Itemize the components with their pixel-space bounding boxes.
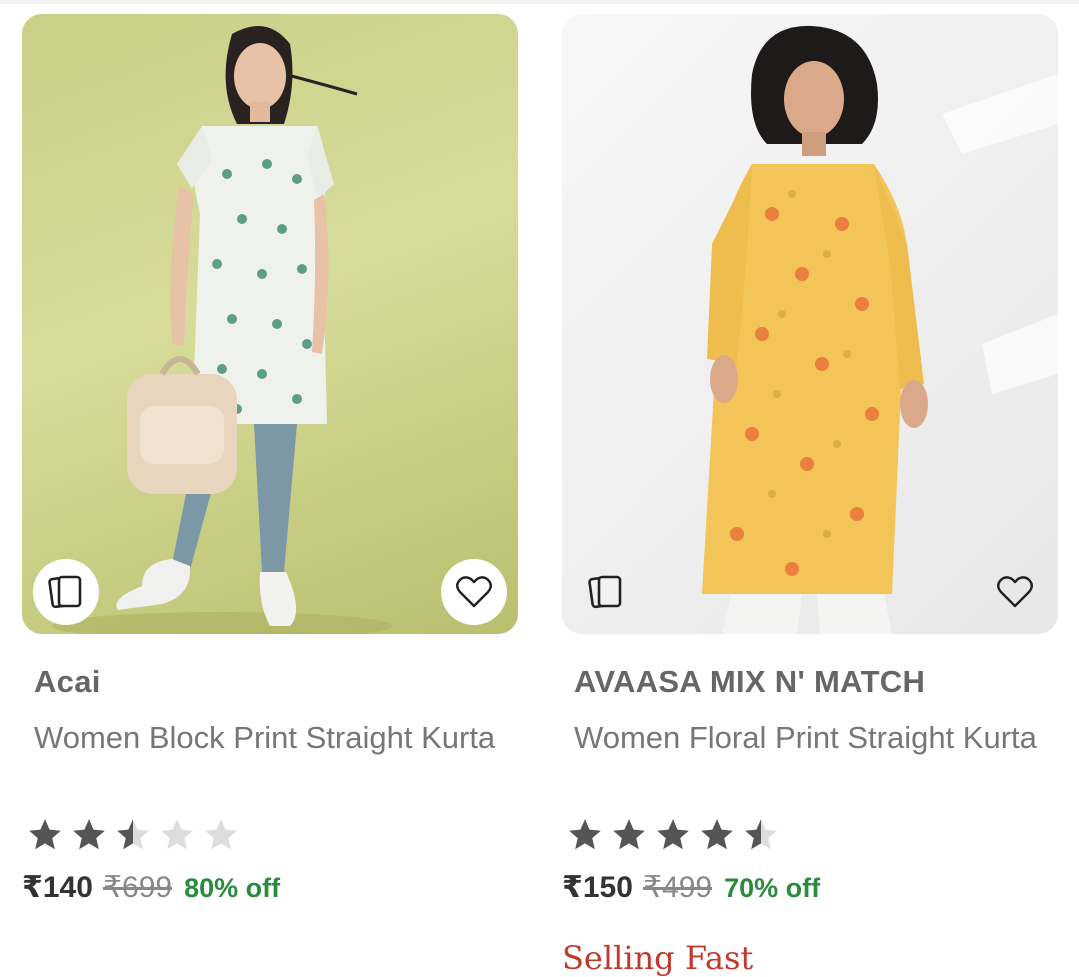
rating-stars [26,816,240,854]
product-card[interactable]: AVAASA MIX N' MATCH Women Floral Print S… [562,14,1058,977]
star-half-icon [745,819,777,850]
product-title: Women Floral Print Straight Kurta [574,720,1037,755]
star-full-icon [569,819,601,850]
heart-outline-icon [997,576,1033,608]
wishlist-button[interactable] [982,559,1048,625]
rating-stars [566,816,780,854]
selling-price: ₹150 [562,871,633,904]
brand-name: Acai [34,664,101,699]
price-row: ₹150 ₹499 70% off [562,870,820,905]
similar-products-icon [588,575,622,609]
star-full-icon [29,819,61,850]
product-card[interactable]: Acai Women Block Print Straight Kurta ₹1… [22,14,518,904]
original-price: ₹499 [642,871,713,904]
discount-label: 80% off [184,873,281,903]
selling-fast-badge: Selling Fast [562,939,754,977]
star-full-icon [613,819,645,850]
product-title: Women Block Print Straight Kurta [34,720,496,755]
original-price: ₹699 [102,871,173,904]
similar-products-button[interactable] [573,559,639,625]
brand-name: AVAASA MIX N' MATCH [574,664,926,699]
star-half-icon [117,819,149,850]
similar-products-icon [48,575,82,609]
star-empty-icon [205,819,237,850]
wishlist-button[interactable] [441,559,507,625]
star-full-icon [657,819,689,850]
heart-outline-icon [456,576,492,608]
selling-price: ₹140 [22,871,93,904]
product-photo-model-yellow-kurta [702,25,1058,634]
star-full-icon [701,819,733,850]
product-image[interactable] [562,14,1058,634]
similar-products-button[interactable] [33,559,99,625]
star-full-icon [73,819,105,850]
price-row: ₹140 ₹699 80% off [22,870,280,905]
discount-label: 70% off [724,873,821,903]
top-divider [0,0,1079,4]
star-empty-icon [161,819,193,850]
product-image[interactable] [22,14,518,634]
product-photo-model-white-kurta [52,26,392,634]
